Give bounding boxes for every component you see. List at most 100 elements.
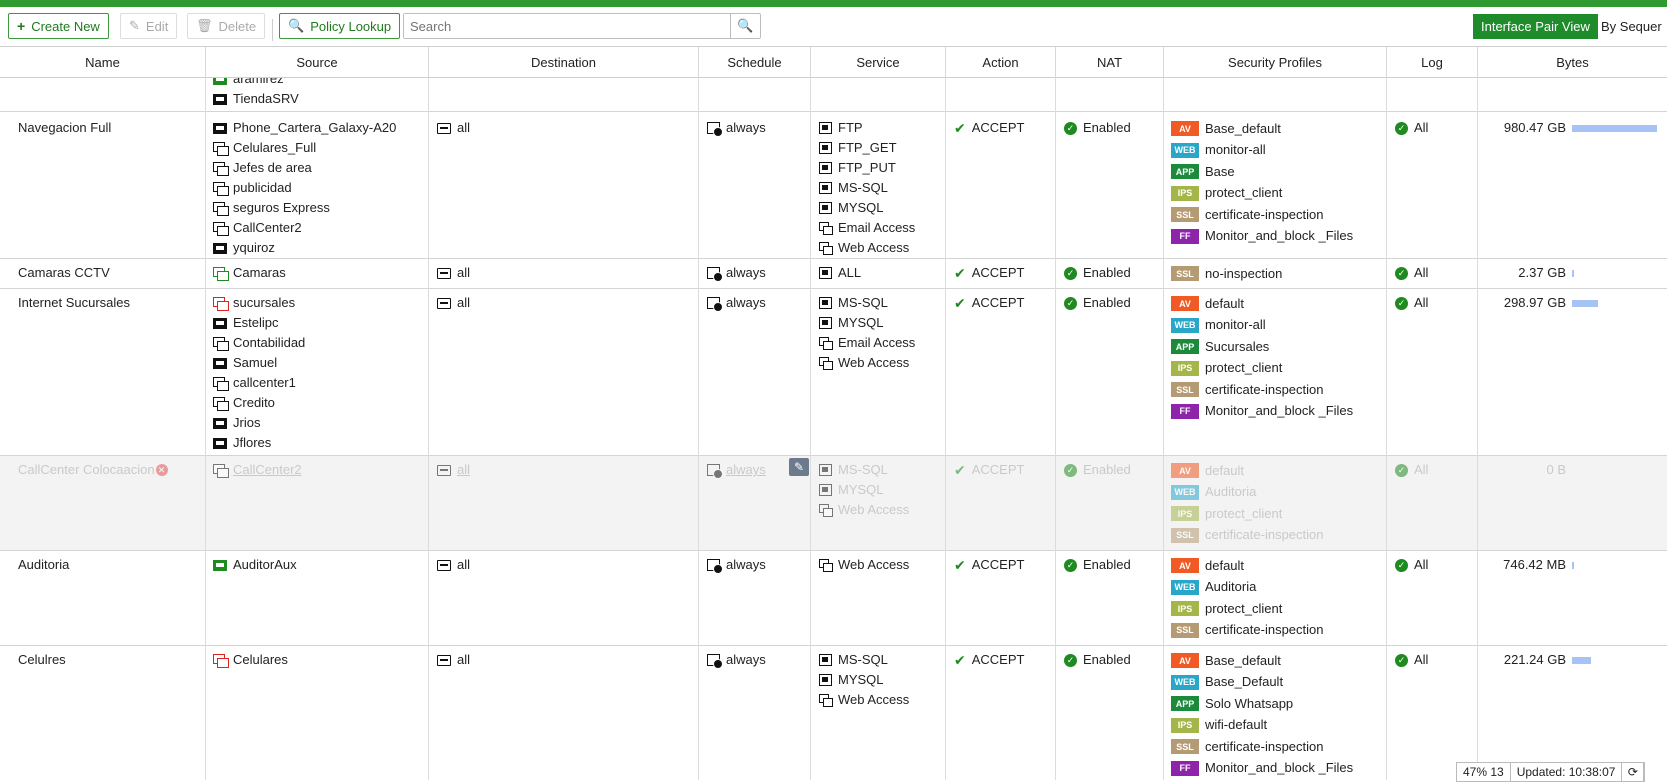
source-item: AuditorAux bbox=[213, 555, 297, 575]
profile-item: IPS protect_client bbox=[1171, 503, 1324, 525]
address-group-icon bbox=[213, 182, 229, 196]
service-name: Email Access bbox=[838, 220, 916, 235]
schedule-icon bbox=[707, 654, 723, 669]
col-log[interactable]: Log bbox=[1387, 47, 1478, 78]
bytes-value: 0 B bbox=[1546, 462, 1566, 477]
service-group-icon bbox=[819, 694, 833, 707]
profile-item: WEB Auditoria bbox=[1171, 482, 1324, 504]
table-row[interactable]: Auditoria AuditorAux all always Web Acce… bbox=[0, 551, 1667, 646]
policy-name: Auditoria bbox=[18, 557, 70, 572]
col-service[interactable]: Service bbox=[811, 47, 946, 78]
col-bytes[interactable]: Bytes bbox=[1478, 47, 1667, 78]
profile-item: APP Sucursales bbox=[1171, 336, 1353, 358]
service-item: MYSQL bbox=[819, 198, 915, 218]
source-name: Phone_Cartera_Galaxy-A20 bbox=[233, 120, 397, 135]
create-new-label: Create New bbox=[31, 18, 100, 34]
schedule-name: always bbox=[726, 120, 766, 135]
action-cell: ✔ ACCEPT bbox=[954, 650, 1024, 670]
profile-item: WEB Auditoria bbox=[1171, 577, 1324, 599]
schedule-cell: always bbox=[707, 650, 766, 670]
address-group-icon bbox=[213, 397, 229, 411]
delete-label: Delete bbox=[218, 18, 257, 34]
service-list: Web Access bbox=[819, 555, 909, 575]
destination-cell: all bbox=[437, 293, 470, 313]
search-button[interactable]: 🔍 bbox=[730, 14, 760, 38]
source-list: CallCenter2 bbox=[213, 460, 302, 480]
schedule-cell: always bbox=[707, 118, 766, 138]
address-group-icon bbox=[213, 297, 229, 311]
checkmark-icon: ✔ bbox=[954, 462, 966, 478]
interface-pair-view-button[interactable]: Interface Pair View bbox=[1473, 14, 1598, 39]
nat-label: Enabled bbox=[1083, 557, 1131, 572]
ff-badge: FF bbox=[1171, 228, 1199, 244]
ssl-badge: SSL bbox=[1171, 207, 1199, 223]
service-item: MS-SQL bbox=[819, 178, 915, 198]
delete-button[interactable]: 🗑 Delete bbox=[187, 13, 266, 39]
col-action[interactable]: Action bbox=[946, 47, 1056, 78]
service-icon bbox=[819, 142, 832, 154]
policy-lookup-button[interactable]: 🔍 Policy Lookup bbox=[279, 13, 401, 39]
service-icon bbox=[819, 654, 832, 666]
profile-name: Solo Whatsapp bbox=[1205, 695, 1294, 711]
service-name: FTP_PUT bbox=[838, 160, 896, 175]
table-row[interactable]: CallCenter Colocaacion ✕ CallCenter2 all… bbox=[0, 456, 1667, 551]
refresh-icon[interactable]: ⟳ bbox=[1622, 763, 1645, 781]
destination-name: all bbox=[457, 652, 471, 667]
check-circle-icon: ✓ bbox=[1064, 558, 1077, 572]
schedule-icon bbox=[707, 464, 723, 479]
source-item: aramirez bbox=[213, 78, 299, 89]
profile-item: SSL certificate-inspection bbox=[1171, 379, 1353, 401]
service-item: Web Access bbox=[819, 353, 915, 373]
ff-badge: FF bbox=[1171, 403, 1199, 419]
action-cell: ✔ ACCEPT bbox=[954, 460, 1024, 480]
profiles-list: SSL no-inspection bbox=[1171, 263, 1282, 285]
source-name: publicidad bbox=[233, 180, 292, 195]
web-badge: WEB bbox=[1171, 579, 1199, 595]
profiles-list: AV default WEB Auditoria IPS protect_client… bbox=[1171, 555, 1324, 641]
profile-name: Sucursales bbox=[1205, 338, 1270, 354]
inline-edit-pencil-icon[interactable]: ✎ bbox=[789, 458, 809, 476]
address-group-icon bbox=[213, 222, 229, 236]
by-sequence-button[interactable]: By Sequer bbox=[1601, 14, 1662, 39]
device-icon bbox=[213, 122, 227, 134]
nat-cell: ✓ Enabled bbox=[1064, 555, 1131, 575]
source-item: Contabilidad bbox=[213, 333, 305, 353]
service-name: ALL bbox=[838, 265, 862, 280]
col-source[interactable]: Source bbox=[206, 47, 429, 78]
table-row[interactable]: Navegacion Full Phone_Cartera_Galaxy-A20… bbox=[0, 112, 1667, 259]
service-icon bbox=[819, 122, 832, 134]
address-icon bbox=[437, 122, 451, 134]
table-row[interactable]: Camaras CCTV Camaras all always ALL ✔ ACC… bbox=[0, 259, 1667, 289]
address-icon bbox=[437, 267, 451, 279]
profile-name: default bbox=[1205, 295, 1245, 311]
col-security-profiles[interactable]: Security Profiles bbox=[1164, 47, 1387, 78]
web-badge: WEB bbox=[1171, 142, 1199, 158]
source-name: CallCenter2 bbox=[233, 462, 302, 477]
action-cell: ✔ ACCEPT bbox=[954, 118, 1024, 138]
profile-name: Base_default bbox=[1205, 120, 1281, 136]
edit-button[interactable]: ✎ Edit bbox=[120, 13, 178, 39]
check-circle-icon: ✓ bbox=[1064, 296, 1077, 310]
service-name: Web Access bbox=[838, 502, 910, 517]
col-nat[interactable]: NAT bbox=[1056, 47, 1164, 78]
destination-cell: all bbox=[437, 263, 470, 283]
search-input[interactable] bbox=[404, 14, 730, 38]
col-name[interactable]: Name bbox=[0, 47, 206, 78]
service-name: Web Access bbox=[838, 692, 910, 707]
col-destination[interactable]: Destination bbox=[429, 47, 699, 78]
schedule-icon bbox=[707, 297, 723, 312]
table-row[interactable]: Internet Sucursales sucursales Estelipc … bbox=[0, 289, 1667, 456]
service-item: FTP_PUT bbox=[819, 158, 915, 178]
log-label: All bbox=[1414, 265, 1429, 280]
address-icon bbox=[437, 559, 451, 571]
source-item: CallCenter2 bbox=[213, 218, 396, 238]
profile-item: SSL certificate-inspection bbox=[1171, 736, 1353, 758]
table-row[interactable]: Celulres Celulares all always MS-SQL MYS… bbox=[0, 646, 1667, 780]
create-new-button[interactable]: + Create New bbox=[8, 13, 109, 39]
service-group-icon bbox=[819, 222, 833, 235]
col-schedule[interactable]: Schedule bbox=[699, 47, 811, 78]
check-circle-icon: ✓ bbox=[1395, 653, 1408, 667]
source-item: Camaras bbox=[213, 263, 286, 283]
table-row[interactable]: aramirez TiendaSRV bbox=[0, 78, 1667, 112]
nat-label: Enabled bbox=[1083, 652, 1131, 667]
